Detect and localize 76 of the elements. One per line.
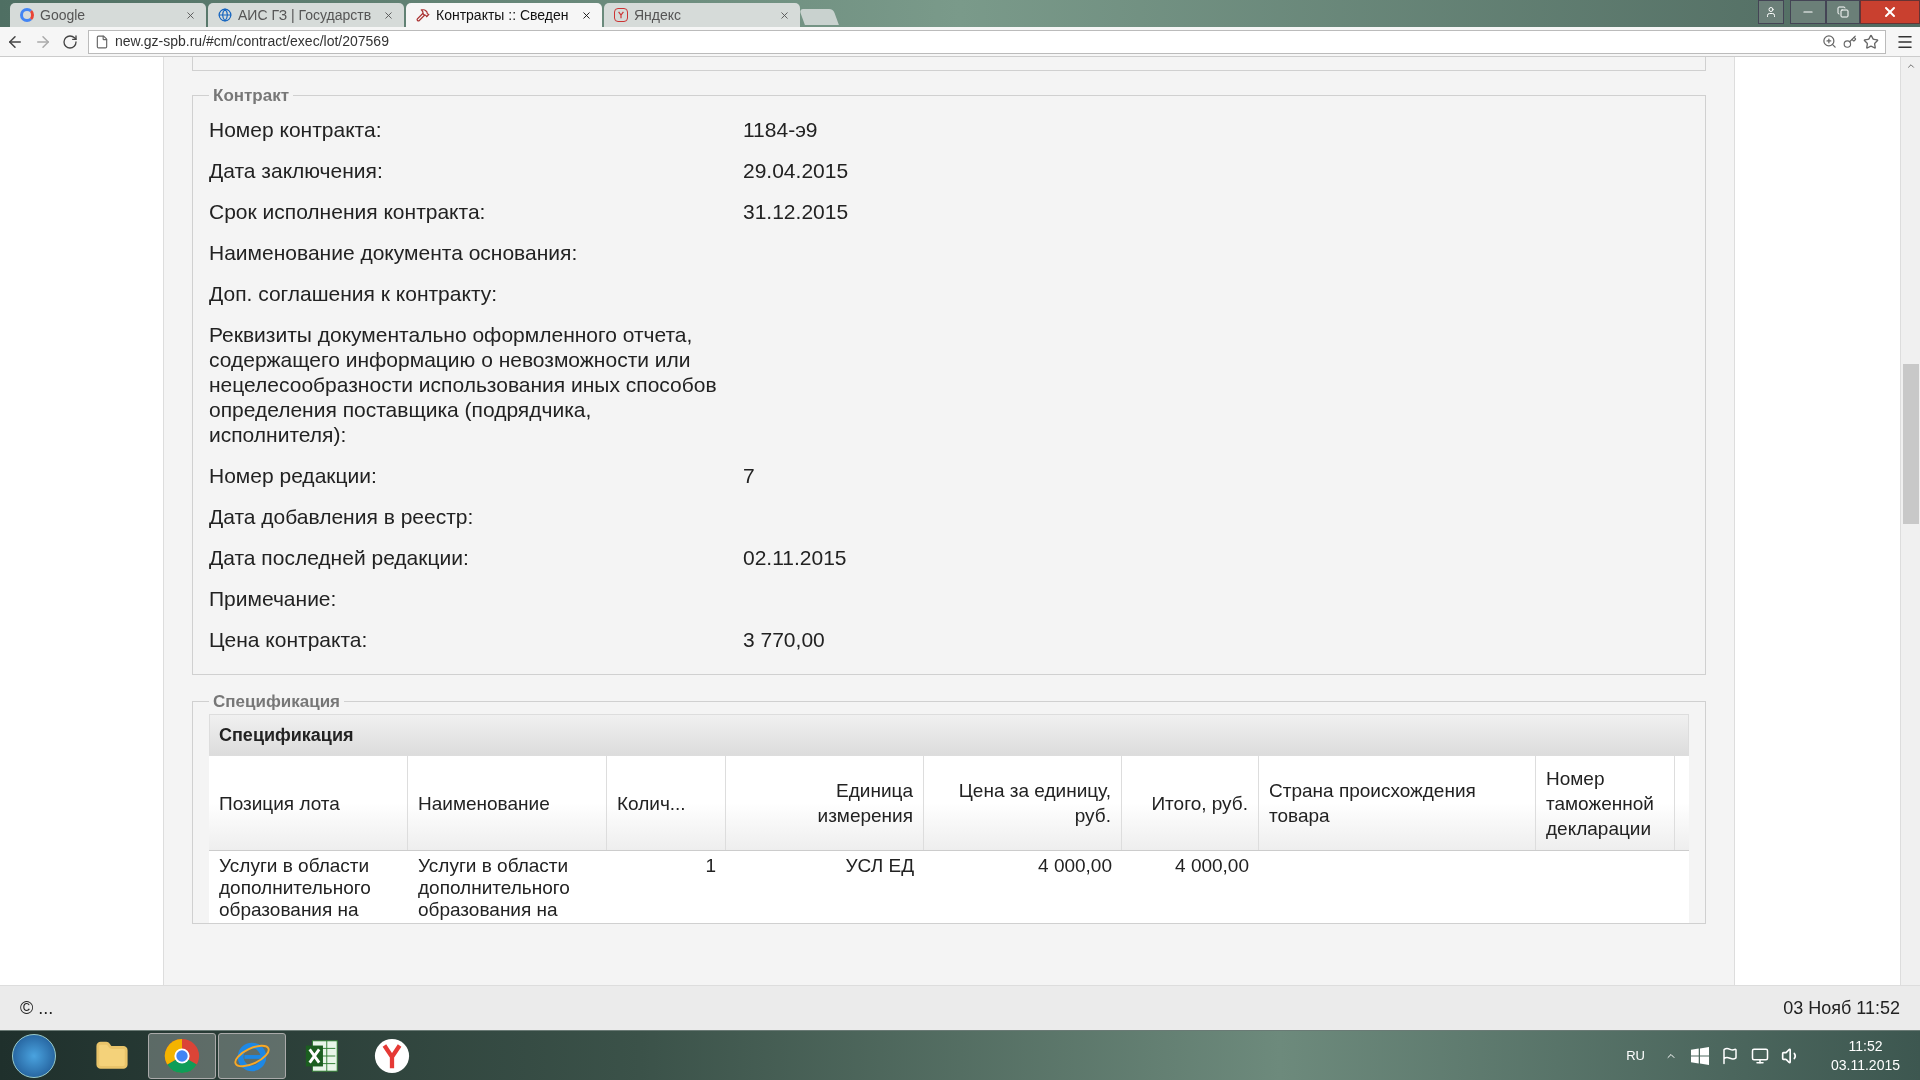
column-header[interactable]: Итого, руб. xyxy=(1122,756,1259,850)
section-legend: Контракт xyxy=(209,83,294,109)
minimize-button[interactable] xyxy=(1790,0,1826,24)
browser-tab[interactable]: Яндекс xyxy=(604,3,800,27)
field-label: Номер редакции: xyxy=(209,462,378,488)
table-cell-text: 4 000,00 xyxy=(1037,854,1113,878)
y-logo-icon xyxy=(614,8,628,22)
chrome-icon xyxy=(163,1036,201,1075)
page-icon xyxy=(95,34,109,49)
address-bar[interactable]: new.gz-spb.ru/#cm/contract/exec/lot/207569 xyxy=(88,29,1886,54)
field-label: Цена контракта: xyxy=(209,626,369,652)
scrollbar-thumb[interactable] xyxy=(1902,364,1919,524)
field-label: Номер контракта: xyxy=(209,116,383,142)
network-icon[interactable] xyxy=(1750,1046,1769,1065)
taskbar-app[interactable] xyxy=(148,1032,216,1079)
field-label: Дата последней редакции: xyxy=(209,544,470,570)
restore-button[interactable] xyxy=(1826,0,1860,24)
column-header[interactable]: Страна происхождения товара xyxy=(1259,756,1536,850)
field-label: Реквизиты документально оформленного отчета, содержащего информацию о невозможности или нецелесообразности использования иных способов определения поставщика (подрядчика, исполнителя): xyxy=(209,321,718,447)
field-label: Срок исполнения контракта: xyxy=(209,198,487,224)
field-label: Доп. соглашения к контракту: xyxy=(209,280,499,306)
scrollbar[interactable] xyxy=(1900,57,1920,985)
column-header[interactable]: Колич... xyxy=(607,756,726,850)
browser-tab[interactable]: Контракты :: Сведен xyxy=(406,3,602,27)
field-value: 29.04.2015 xyxy=(743,157,849,183)
url-text: new.gz-spb.ru/#cm/contract/exec/lot/207569 xyxy=(115,32,389,51)
user-icon xyxy=(1765,6,1777,18)
field-label: Дата заключения: xyxy=(209,157,384,183)
key-icon[interactable] xyxy=(1843,34,1857,49)
column-header[interactable]: Номер таможенной декларации xyxy=(1536,756,1675,850)
field-label: Примечание: xyxy=(209,585,338,611)
table-title: Спецификация xyxy=(209,714,1689,756)
start-button[interactable] xyxy=(12,1033,56,1078)
browser-tab[interactable]: АИС ГЗ | Государств xyxy=(208,3,404,27)
table-cell-text: 4 000,00 xyxy=(1174,854,1250,878)
tab-title: Яндекс xyxy=(634,5,683,25)
column-header[interactable]: Позиция лота xyxy=(209,756,408,850)
hammer-icon xyxy=(416,8,430,22)
column-header[interactable]: Единица измерения xyxy=(726,756,924,850)
zoom-icon[interactable] xyxy=(1822,34,1837,49)
browser-tab[interactable]: Google xyxy=(10,3,206,27)
field-value: 7 xyxy=(743,462,755,488)
status-text: © ... xyxy=(20,996,54,1020)
scroll-up-icon[interactable] xyxy=(1905,61,1916,71)
column-header[interactable]: Наименование xyxy=(408,756,607,850)
field-value: 02.11.2015 xyxy=(743,544,847,570)
field-value: 1184-э9 xyxy=(743,116,818,142)
close-icon xyxy=(1882,4,1898,20)
windows-flag-icon[interactable] xyxy=(1690,1046,1709,1065)
tab-title: Google xyxy=(40,5,87,25)
tray-clock[interactable]: 11:52 03.11.2015 xyxy=(1830,1036,1900,1075)
restore-icon xyxy=(1837,6,1849,18)
column-header[interactable]: Цена за единицу, руб. xyxy=(924,756,1122,850)
field-value: 31.12.2015 xyxy=(743,198,849,224)
taskbar-app[interactable] xyxy=(218,1032,286,1079)
field-value: 3 770,00 xyxy=(743,626,825,652)
reload-icon[interactable] xyxy=(62,33,78,50)
language-indicator[interactable]: RU xyxy=(1626,1045,1645,1066)
tab-title: АИС ГЗ | Государств xyxy=(238,5,373,25)
table-cell-text: 1 xyxy=(704,854,717,878)
section-legend: Спецификация xyxy=(209,688,344,714)
tab-title: Контракты :: Сведен xyxy=(436,5,570,25)
table-cell-text: Услуги в области дополнительного образования на xyxy=(218,854,372,922)
y-logo-icon xyxy=(373,1036,411,1075)
status-datetime: 03 Нояб 11:52 xyxy=(1783,996,1900,1020)
star-icon[interactable] xyxy=(1863,33,1879,50)
close-icon[interactable] xyxy=(581,9,592,21)
user-button[interactable] xyxy=(1758,0,1784,24)
field-label: Дата добавления в реестр: xyxy=(209,503,475,529)
flag-icon[interactable] xyxy=(1720,1046,1739,1065)
table-cell-text: УСЛ ЕД xyxy=(844,854,915,878)
google-g-icon xyxy=(20,8,34,22)
globe-icon xyxy=(218,8,232,22)
close-button[interactable] xyxy=(1860,0,1920,24)
table-cell-text: Услуги в области дополнительного образования на xyxy=(417,854,571,922)
field-label: Наименование документа основания: xyxy=(209,239,579,265)
